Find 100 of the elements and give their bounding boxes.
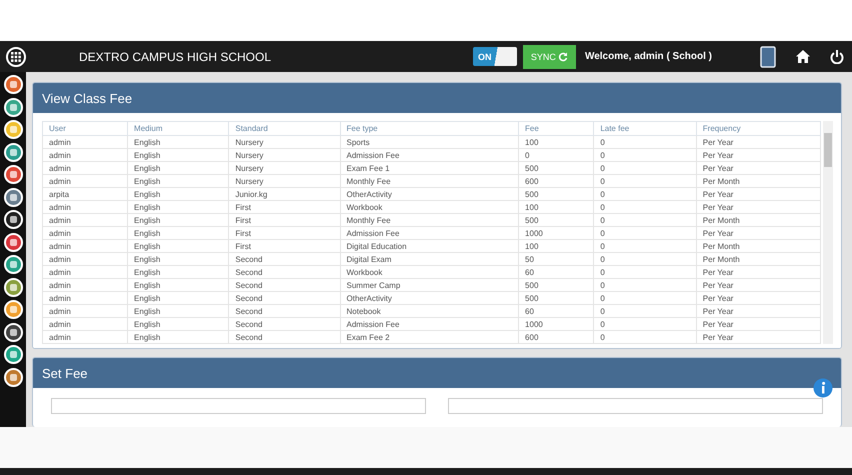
table-cell: OtherActivity [340, 292, 519, 304]
table-cell: Admission Fee [340, 226, 519, 240]
table-cell: 1000 [518, 318, 594, 330]
table-cell: Per Year [696, 292, 820, 304]
sidebar-app-icon[interactable] [4, 188, 22, 206]
table-cell: English [128, 214, 229, 226]
table-cell: Second [228, 278, 340, 292]
table-cell: Per Year [696, 148, 820, 162]
table-cell: Per Month [696, 174, 820, 188]
table-cell: Per Year [696, 162, 820, 174]
table-cell: 500 [518, 188, 594, 200]
table-cell: English [128, 330, 229, 344]
tablet-icon[interactable] [760, 46, 776, 68]
sidebar-app-icon[interactable] [4, 98, 22, 116]
table-cell: Per Month [696, 252, 820, 266]
table-cell: 0 [594, 174, 696, 188]
school-title: DEXTRO CAMPUS HIGH SCHOOL [79, 50, 272, 64]
table-cell: 0 [594, 266, 696, 278]
table-cell: Second [228, 330, 340, 344]
table-cell: 0 [594, 200, 696, 214]
column-header: Medium [128, 122, 229, 136]
table-cell: 500 [518, 292, 594, 304]
menu-icon[interactable] [6, 46, 26, 66]
table-cell: Second [228, 292, 340, 304]
on-toggle[interactable]: ON [472, 47, 517, 66]
select-field[interactable] [51, 398, 426, 414]
sidebar-app-icon[interactable] [4, 142, 22, 162]
refresh-icon [558, 52, 568, 62]
table-cell: 0 [594, 188, 696, 200]
table-cell: Per Month [696, 240, 820, 252]
table-cell: 0 [594, 214, 696, 226]
table-cell: 0 [594, 330, 696, 344]
table-cell: admin [42, 318, 128, 330]
table-cell: First [228, 200, 340, 214]
sidebar-app-icon[interactable] [4, 165, 22, 184]
table-cell: Per Year [696, 136, 820, 148]
sidebar-app-icon[interactable] [4, 300, 22, 319]
table-cell: admin [42, 162, 128, 174]
table-cell: admin [42, 304, 128, 318]
table-cell: Nursery [228, 162, 340, 174]
table-cell: Per Year [696, 200, 820, 214]
sidebar-app-icon[interactable] [4, 120, 22, 139]
table-cell: 500 [518, 278, 594, 292]
home-icon[interactable] [796, 50, 810, 63]
table-cell: 0 [594, 304, 696, 318]
column-header: User [42, 122, 128, 136]
power-icon[interactable] [830, 50, 844, 64]
sidebar-app-icon[interactable] [4, 75, 22, 94]
table-cell: English [128, 148, 229, 162]
table-cell: Workbook [340, 266, 519, 278]
table-cell: Admission Fee [340, 318, 519, 330]
sidebar-app-icon[interactable] [4, 322, 22, 342]
table-cell: Nursery [228, 174, 340, 188]
table-cell: admin [42, 200, 128, 214]
sync-button[interactable]: SYNC [522, 44, 576, 68]
info-icon[interactable] [813, 378, 833, 398]
table-cell: Exam Fee 1 [340, 162, 519, 174]
table-cell: Digital Education [340, 240, 519, 252]
column-header: Fee [518, 122, 594, 136]
table-cell: English [128, 304, 229, 318]
table-cell: Digital Exam [340, 252, 519, 266]
table-cell: Per Year [696, 318, 820, 330]
panel-title: Set Fee [42, 366, 88, 380]
table-cell: 50 [518, 252, 594, 266]
table-cell: Nursery [228, 148, 340, 162]
table-cell: 60 [518, 304, 594, 318]
select-field[interactable] [448, 398, 823, 414]
table-cell: English [128, 252, 229, 266]
column-header: Standard [228, 122, 340, 136]
table-cell: Per Year [696, 188, 820, 200]
sidebar-app-icon[interactable] [4, 368, 22, 386]
table-cell: admin [42, 252, 128, 266]
table-cell: Nursery [228, 136, 340, 148]
table-cell: 60 [518, 266, 594, 278]
table-cell: 0 [518, 148, 594, 162]
table-cell: English [128, 292, 229, 304]
sidebar-app-icon[interactable] [4, 210, 22, 229]
sidebar-app-icon[interactable] [4, 232, 22, 252]
sidebar-app-icon[interactable] [4, 345, 22, 364]
sidebar-app-icon[interactable] [4, 278, 22, 296]
table-cell: 1000 [518, 226, 594, 240]
table-cell: English [128, 278, 229, 292]
table-cell: admin [42, 292, 128, 304]
panel-title: View Class Fee [42, 90, 132, 106]
table-cell: English [128, 162, 229, 174]
table-cell: English [128, 188, 229, 200]
table-cell: English [128, 200, 229, 214]
sidebar-app-icon[interactable] [4, 255, 22, 274]
table-cell: Second [228, 252, 340, 266]
table-cell: Exam Fee 2 [340, 330, 519, 344]
table-cell: Monthly Fee [340, 174, 519, 188]
table-cell: Per Year [696, 278, 820, 292]
column-header: Fee type [340, 122, 519, 136]
table-cell: English [128, 226, 229, 240]
table-cell: Per Year [696, 266, 820, 278]
table-cell: Per Year [696, 330, 820, 344]
scrollbar[interactable] [823, 121, 833, 344]
table-cell: English [128, 174, 229, 188]
table-cell: First [228, 214, 340, 226]
column-header: Frequency [696, 122, 820, 136]
